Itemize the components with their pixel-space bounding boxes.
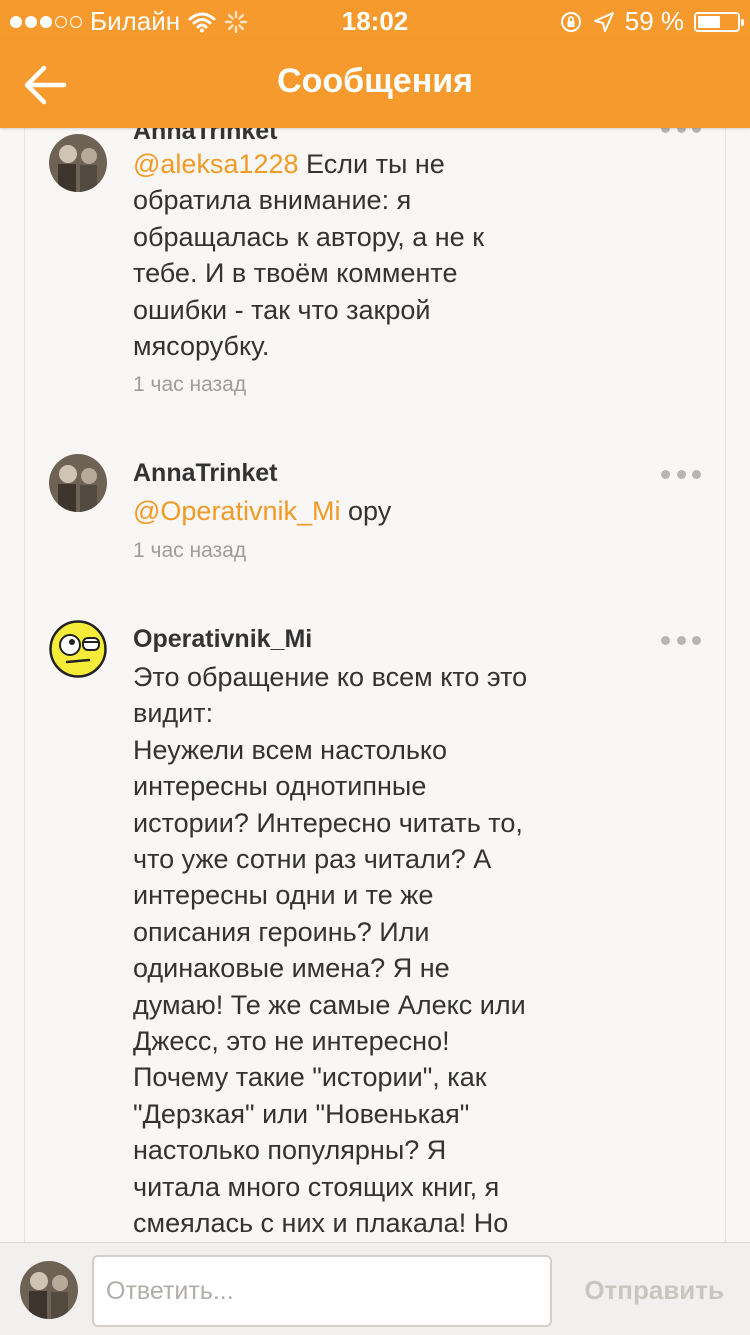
comment-line: интересны одни и те же bbox=[133, 880, 434, 911]
nav-bar: Сообщения bbox=[0, 40, 750, 128]
reply-input[interactable] bbox=[92, 1255, 552, 1327]
location-arrow-icon bbox=[593, 11, 614, 32]
comment-line: "Дерзкая" или "Новенькая" bbox=[133, 1098, 470, 1129]
comment-line: описания героинь? Или bbox=[133, 916, 430, 947]
comments-feed[interactable]: AnnaTrinket @aleksa1228 Если ты не обрат… bbox=[24, 128, 726, 1242]
page-title: Сообщения bbox=[277, 62, 473, 100]
comment-line: Почему такие "истории", как bbox=[133, 1062, 487, 1093]
comment-line: Неужели всем настолько bbox=[133, 734, 448, 765]
avatar[interactable] bbox=[49, 454, 107, 512]
comment-text: @aleksa1228 Если ты не обратила внимание… bbox=[133, 146, 563, 364]
mention-link[interactable]: @aleksa1228 bbox=[133, 149, 299, 179]
comment-line: Джесс, это не интересно! bbox=[133, 1026, 450, 1057]
comment-line: ору bbox=[340, 496, 392, 526]
comment-text: @Operativnik_Mi ору bbox=[133, 493, 563, 529]
comment-author[interactable]: AnnaTrinket bbox=[133, 458, 277, 488]
comment-line: Если ты не bbox=[298, 149, 445, 179]
comment-time: 1 час назад bbox=[133, 373, 247, 396]
comment-time: 1 час назад bbox=[133, 539, 247, 562]
more-options-icon[interactable] bbox=[661, 128, 701, 136]
comment-line: интересны однотипные bbox=[133, 771, 427, 802]
comment-line: что уже сотни раз читали? А bbox=[133, 844, 492, 875]
comment-line: настолько популярны? Я bbox=[133, 1135, 447, 1166]
avatar bbox=[20, 1261, 78, 1319]
comment-line: одинаковые имена? Я не bbox=[133, 953, 450, 984]
status-bar: Билайн 18:02 59 % bbox=[0, 0, 750, 40]
avatar[interactable] bbox=[49, 620, 107, 678]
comment-author[interactable]: AnnaTrinket bbox=[133, 128, 277, 146]
comment-line: обращалась к автору, а не к bbox=[133, 221, 485, 252]
comment-author[interactable]: Operativnik_Mi bbox=[133, 624, 312, 654]
comment-line: думаю! Те же самые Алекс или bbox=[133, 989, 526, 1020]
comment-line: тебе. И в твоём комменте bbox=[133, 258, 458, 289]
send-button[interactable]: Отправить bbox=[584, 1275, 724, 1306]
comment-line: ошибки - так что закрой bbox=[133, 294, 431, 325]
orientation-lock-icon bbox=[560, 11, 581, 32]
more-options-icon[interactable] bbox=[661, 632, 701, 648]
comment-line: истории? Интересно читать то, bbox=[133, 807, 523, 838]
comment-text: Это обращение ко всем кто это видит: Неу… bbox=[133, 659, 563, 1242]
battery-fill bbox=[698, 15, 720, 28]
status-bar-right: 59 % bbox=[559, 6, 744, 37]
comment-line: читала много стоящих книг, я bbox=[133, 1171, 500, 1202]
comment-line: мясорубку. bbox=[133, 331, 270, 362]
comment-line: Это обращение ко всем кто это bbox=[133, 662, 528, 692]
comment-line: обратила внимание: я bbox=[133, 185, 412, 216]
reply-composer: Отправить bbox=[0, 1242, 750, 1335]
battery-percent: 59 % bbox=[624, 6, 684, 36]
comment-line: видит: bbox=[133, 698, 214, 729]
more-options-icon[interactable] bbox=[661, 466, 701, 482]
battery-icon bbox=[694, 11, 744, 32]
avatar[interactable] bbox=[49, 134, 107, 192]
mention-link[interactable]: @Operativnik_Mi bbox=[133, 496, 340, 526]
comment-line: смеялась с них и плакала! Но bbox=[133, 1208, 509, 1239]
